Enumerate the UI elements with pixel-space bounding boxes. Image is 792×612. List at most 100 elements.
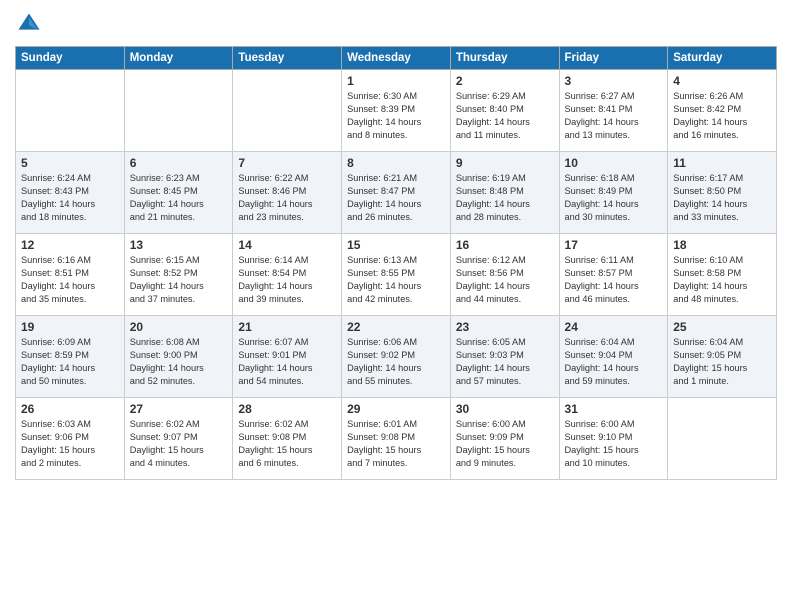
day-number: 20 (130, 320, 228, 334)
weekday-header-tuesday: Tuesday (233, 47, 342, 70)
calendar-cell: 8 Sunrise: 6:21 AMSunset: 8:47 PMDaylight… (342, 152, 451, 234)
calendar-cell: 15 Sunrise: 6:13 AMSunset: 8:55 PMDayligh… (342, 234, 451, 316)
cell-content: Sunrise: 6:30 AMSunset: 8:39 PMDaylight:… (347, 90, 445, 142)
calendar-cell: 4Sunrise: 6:26 AMSunset: 8:42 PMDaylight… (668, 70, 777, 152)
cell-content: Sunrise: 6:13 AMSunset: 8:55 PMDaylight:… (347, 254, 445, 306)
cell-content: Sunrise: 6:12 AMSunset: 8:56 PMDaylight:… (456, 254, 554, 306)
day-number: 5 (21, 156, 119, 170)
logo-icon (15, 10, 43, 38)
day-number: 2 (456, 74, 554, 88)
day-number: 14 (238, 238, 336, 252)
day-number: 11 (673, 156, 771, 170)
cell-content: Sunrise: 6:01 AMSunset: 9:08 PMDaylight:… (347, 418, 445, 470)
calendar-cell: 10 Sunrise: 6:18 AMSunset: 8:49 PMDayligh… (559, 152, 668, 234)
day-number: 23 (456, 320, 554, 334)
day-number: 16 (456, 238, 554, 252)
calendar-cell: 23 Sunrise: 6:05 AMSunset: 9:03 PMDayligh… (450, 316, 559, 398)
weekday-header-friday: Friday (559, 47, 668, 70)
cell-content: Sunrise: 6:21 AMSunset: 8:47 PMDaylight:… (347, 172, 445, 224)
cell-content: Sunrise: 6:15 AMSunset: 8:52 PMDaylight:… (130, 254, 228, 306)
day-number: 3 (565, 74, 663, 88)
day-number: 25 (673, 320, 771, 334)
cell-content: Sunrise: 6:05 AMSunset: 9:03 PMDaylight:… (456, 336, 554, 388)
cell-content: Sunrise: 6:16 AMSunset: 8:51 PMDaylight:… (21, 254, 119, 306)
day-number: 27 (130, 402, 228, 416)
calendar-cell: 25 Sunrise: 6:04 AMSunset: 9:05 PMDayligh… (668, 316, 777, 398)
week-row-5: 26 Sunrise: 6:03 AMSunset: 9:06 PMDayligh… (16, 398, 777, 480)
cell-content: Sunrise: 6:03 AMSunset: 9:06 PMDaylight:… (21, 418, 119, 470)
weekday-header-row: SundayMondayTuesdayWednesdayThursdayFrid… (16, 47, 777, 70)
day-number: 15 (347, 238, 445, 252)
calendar-cell: 19Sunrise: 6:09 AMSunset: 8:59 PMDayligh… (16, 316, 125, 398)
logo (15, 10, 47, 38)
calendar-cell: 1 Sunrise: 6:30 AMSunset: 8:39 PMDaylight… (342, 70, 451, 152)
cell-content: Sunrise: 6:18 AMSunset: 8:49 PMDaylight:… (565, 172, 663, 224)
week-row-2: 5Sunrise: 6:24 AMSunset: 8:43 PMDaylight… (16, 152, 777, 234)
cell-content: Sunrise: 6:04 AMSunset: 9:05 PMDaylight:… (673, 336, 771, 388)
calendar-cell: 6Sunrise: 6:23 AMSunset: 8:45 PMDaylight… (124, 152, 233, 234)
cell-content: Sunrise: 6:00 AMSunset: 9:10 PMDaylight:… (565, 418, 663, 470)
week-row-1: 1 Sunrise: 6:30 AMSunset: 8:39 PMDaylight… (16, 70, 777, 152)
calendar-header (15, 10, 777, 38)
calendar-cell: 18 Sunrise: 6:10 AMSunset: 8:58 PMDayligh… (668, 234, 777, 316)
calendar-cell: 20 Sunrise: 6:08 AMSunset: 9:00 PMDayligh… (124, 316, 233, 398)
calendar-cell: 12 Sunrise: 6:16 AMSunset: 8:51 PMDayligh… (16, 234, 125, 316)
calendar-cell (16, 70, 125, 152)
cell-content: Sunrise: 6:29 AMSunset: 8:40 PMDaylight:… (456, 90, 554, 142)
calendar-cell (668, 398, 777, 480)
cell-content: Sunrise: 6:02 AMSunset: 9:08 PMDaylight:… (238, 418, 336, 470)
cell-content: Sunrise: 6:14 AMSunset: 8:54 PMDaylight:… (238, 254, 336, 306)
calendar-cell: 11 Sunrise: 6:17 AMSunset: 8:50 PMDayligh… (668, 152, 777, 234)
day-number: 17 (565, 238, 663, 252)
day-number: 21 (238, 320, 336, 334)
calendar-cell: 13Sunrise: 6:15 AMSunset: 8:52 PMDayligh… (124, 234, 233, 316)
calendar-cell: 5Sunrise: 6:24 AMSunset: 8:43 PMDaylight… (16, 152, 125, 234)
day-number: 22 (347, 320, 445, 334)
calendar-cell: 22 Sunrise: 6:06 AMSunset: 9:02 PMDayligh… (342, 316, 451, 398)
day-number: 31 (565, 402, 663, 416)
calendar-cell: 24 Sunrise: 6:04 AMSunset: 9:04 PMDayligh… (559, 316, 668, 398)
weekday-header-saturday: Saturday (668, 47, 777, 70)
weekday-header-wednesday: Wednesday (342, 47, 451, 70)
calendar-cell (233, 70, 342, 152)
day-number: 12 (21, 238, 119, 252)
calendar-cell: 2 Sunrise: 6:29 AMSunset: 8:40 PMDaylight… (450, 70, 559, 152)
day-number: 1 (347, 74, 445, 88)
cell-content: Sunrise: 6:04 AMSunset: 9:04 PMDaylight:… (565, 336, 663, 388)
cell-content: Sunrise: 6:22 AMSunset: 8:46 PMDaylight:… (238, 172, 336, 224)
calendar-page: SundayMondayTuesdayWednesdayThursdayFrid… (0, 0, 792, 612)
weekday-header-thursday: Thursday (450, 47, 559, 70)
cell-content: Sunrise: 6:19 AMSunset: 8:48 PMDaylight:… (456, 172, 554, 224)
cell-content: Sunrise: 6:17 AMSunset: 8:50 PMDaylight:… (673, 172, 771, 224)
weekday-header-sunday: Sunday (16, 47, 125, 70)
day-number: 24 (565, 320, 663, 334)
calendar-cell: 28 Sunrise: 6:02 AMSunset: 9:08 PMDayligh… (233, 398, 342, 480)
weekday-header-monday: Monday (124, 47, 233, 70)
calendar-cell: 7Sunrise: 6:22 AMSunset: 8:46 PMDaylight… (233, 152, 342, 234)
calendar-cell: 30Sunrise: 6:00 AMSunset: 9:09 PMDayligh… (450, 398, 559, 480)
cell-content: Sunrise: 6:06 AMSunset: 9:02 PMDaylight:… (347, 336, 445, 388)
week-row-3: 12 Sunrise: 6:16 AMSunset: 8:51 PMDayligh… (16, 234, 777, 316)
day-number: 28 (238, 402, 336, 416)
cell-content: Sunrise: 6:11 AMSunset: 8:57 PMDaylight:… (565, 254, 663, 306)
calendar-table: SundayMondayTuesdayWednesdayThursdayFrid… (15, 46, 777, 480)
day-number: 26 (21, 402, 119, 416)
calendar-cell: 14 Sunrise: 6:14 AMSunset: 8:54 PMDayligh… (233, 234, 342, 316)
day-number: 29 (347, 402, 445, 416)
calendar-cell: 9Sunrise: 6:19 AMSunset: 8:48 PMDaylight… (450, 152, 559, 234)
cell-content: Sunrise: 6:26 AMSunset: 8:42 PMDaylight:… (673, 90, 771, 142)
cell-content: Sunrise: 6:02 AMSunset: 9:07 PMDaylight:… (130, 418, 228, 470)
cell-content: Sunrise: 6:00 AMSunset: 9:09 PMDaylight:… (456, 418, 554, 470)
calendar-cell: 21 Sunrise: 6:07 AMSunset: 9:01 PMDayligh… (233, 316, 342, 398)
day-number: 8 (347, 156, 445, 170)
day-number: 18 (673, 238, 771, 252)
cell-content: Sunrise: 6:10 AMSunset: 8:58 PMDaylight:… (673, 254, 771, 306)
cell-content: Sunrise: 6:07 AMSunset: 9:01 PMDaylight:… (238, 336, 336, 388)
week-row-4: 19Sunrise: 6:09 AMSunset: 8:59 PMDayligh… (16, 316, 777, 398)
calendar-cell: 16 Sunrise: 6:12 AMSunset: 8:56 PMDayligh… (450, 234, 559, 316)
calendar-cell: 17 Sunrise: 6:11 AMSunset: 8:57 PMDayligh… (559, 234, 668, 316)
day-number: 10 (565, 156, 663, 170)
calendar-cell: 27 Sunrise: 6:02 AMSunset: 9:07 PMDayligh… (124, 398, 233, 480)
cell-content: Sunrise: 6:08 AMSunset: 9:00 PMDaylight:… (130, 336, 228, 388)
day-number: 19 (21, 320, 119, 334)
